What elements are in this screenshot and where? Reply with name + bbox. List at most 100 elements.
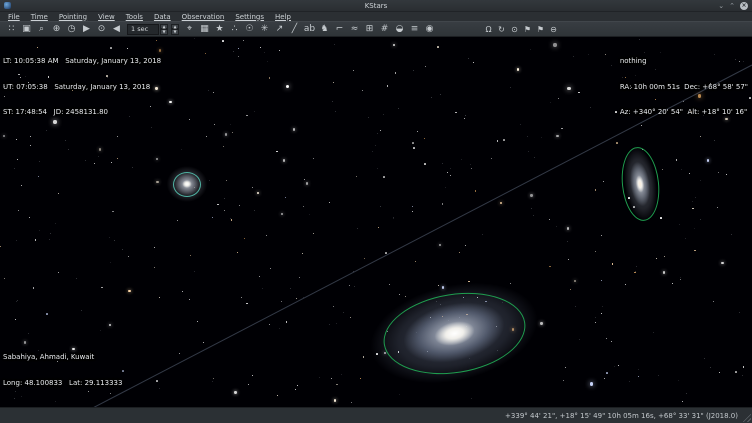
show-stars-icon[interactable]: ★	[212, 22, 227, 36]
maximize-icon[interactable]: ⌃	[729, 2, 735, 10]
focus-infobox[interactable]: nothing RA: 10h 00m 51s Dec: +68° 58' 57…	[620, 40, 748, 134]
universal-time-text: UT: 07:05:38 Saturday, January 13, 2018	[3, 83, 161, 92]
menu-item-view[interactable]: View	[93, 13, 120, 21]
show-satellites-icon[interactable]: ↗	[272, 22, 287, 36]
menu-item-file[interactable]: File	[3, 13, 25, 21]
show-equatorial-grid-icon[interactable]: ⊞	[362, 22, 377, 36]
star	[159, 388, 160, 389]
lock-telescope-icon[interactable]: Ω	[482, 22, 495, 36]
remove-object-icon[interactable]: ⊖	[547, 22, 560, 36]
star	[442, 203, 444, 205]
star	[46, 313, 48, 315]
show-dso-icon[interactable]: ∴	[227, 22, 242, 36]
show-constellation-boundaries-icon[interactable]: ⌐	[332, 22, 347, 36]
star	[717, 207, 718, 208]
star	[482, 234, 483, 235]
star	[595, 189, 597, 191]
sky-view[interactable]: LT: 10:05:38 AM Saturday, January 13, 20…	[0, 37, 752, 407]
star	[664, 256, 665, 257]
star	[233, 51, 234, 52]
star	[362, 90, 363, 91]
realtime-icon[interactable]: ⊙	[94, 22, 109, 36]
star	[303, 297, 304, 298]
star	[534, 157, 535, 158]
close-icon[interactable]: ×	[740, 2, 748, 10]
star	[638, 376, 639, 377]
chart-window-icon[interactable]: ▣	[19, 22, 34, 36]
set-location-icon[interactable]: ⊕	[49, 22, 64, 36]
star	[503, 139, 505, 141]
time-infobox[interactable]: LT: 10:05:38 AM Saturday, January 13, 20…	[3, 40, 161, 134]
menu-item-time[interactable]: Time	[26, 13, 53, 21]
title-bar[interactable]: KStars ⌄ ⌃ ×	[0, 0, 752, 12]
flag-icon-2[interactable]: ⚑	[534, 22, 547, 36]
location-infobox[interactable]: Sabahiya, Ahmadi, Kuwait Long: 48.100833…	[3, 336, 122, 404]
star	[570, 289, 571, 290]
menu-item-help[interactable]: Help	[270, 13, 296, 21]
step-back-icon[interactable]: ◀	[109, 22, 124, 36]
track-target-icon[interactable]: ⊙	[508, 22, 521, 36]
set-time-icon[interactable]: ◷	[64, 22, 79, 36]
star	[579, 339, 580, 340]
time-unit-down-icon[interactable]: ▼	[171, 29, 179, 35]
show-constellation-names-icon[interactable]: ab	[302, 22, 317, 36]
star	[234, 391, 236, 393]
star	[590, 382, 593, 385]
slew-icon[interactable]: ↻	[495, 22, 508, 36]
show-flags-icon[interactable]: ≡	[407, 22, 422, 36]
star	[395, 72, 397, 74]
star	[16, 139, 17, 140]
star	[299, 277, 300, 278]
kstars-logo-icon[interactable]: ∷	[4, 22, 19, 36]
star	[156, 380, 158, 382]
show-milky-way-icon[interactable]: ≈	[347, 22, 362, 36]
show-constellation-lines-icon[interactable]: ╱	[287, 22, 302, 36]
show-solar-system-icon[interactable]: ☉	[242, 22, 257, 36]
fov-symbol-icon[interactable]: ▦	[197, 22, 212, 36]
menu-item-observation[interactable]: Observation	[177, 13, 230, 21]
star	[368, 117, 369, 118]
time-step-widget: 1 sec ▲ ▼ ▲ ▼	[127, 24, 179, 35]
star	[389, 284, 390, 285]
show-horizontal-grid-icon[interactable]: #	[377, 22, 392, 36]
star	[618, 365, 619, 366]
star	[281, 213, 283, 215]
menu-item-data[interactable]: Data	[149, 13, 176, 21]
menu-item-pointing[interactable]: Pointing	[54, 13, 92, 21]
resize-grip-icon[interactable]	[742, 413, 751, 422]
star	[283, 159, 285, 161]
star	[735, 371, 737, 373]
show-horizon-icon[interactable]: ◒	[392, 22, 407, 36]
star	[713, 301, 714, 302]
star	[128, 290, 130, 292]
star	[203, 342, 204, 343]
pointing-icon[interactable]: ⌖	[182, 22, 197, 36]
star	[553, 43, 556, 46]
time-step-down-icon[interactable]: ▼	[160, 29, 168, 35]
star	[595, 317, 596, 318]
show-constellation-art-icon[interactable]: ♞	[317, 22, 332, 36]
show-supernovae-icon[interactable]: ✳	[257, 22, 272, 36]
star	[606, 372, 608, 374]
star	[334, 44, 335, 45]
main-toolbar: ∷▣⌕⊕◷▶⊙◀ 1 sec ▲ ▼ ▲ ▼ ⌖▦★∴☉✳↗╱ab♞⌐≈⊞#◒≡…	[0, 21, 752, 37]
toggle-clock-icon[interactable]: ▶	[79, 22, 94, 36]
star	[718, 172, 719, 173]
kstars-window: KStars ⌄ ⌃ × FileTimePointingViewToolsDa…	[0, 0, 752, 423]
star	[290, 288, 291, 289]
menu-item-tools[interactable]: Tools	[121, 13, 148, 21]
star	[110, 262, 111, 263]
galaxy-small-round-outline[interactable]	[173, 172, 201, 197]
star	[385, 252, 387, 254]
menu-item-settings[interactable]: Settings	[230, 13, 269, 21]
flag-icon[interactable]: ⚑	[521, 22, 534, 36]
minimize-icon[interactable]: ⌄	[718, 2, 724, 10]
focus-radec-text: RA: 10h 00m 51s Dec: +68° 58' 57"	[620, 83, 748, 92]
star	[182, 291, 183, 292]
find-object-icon[interactable]: ⌕	[34, 22, 49, 36]
star	[731, 234, 732, 235]
star	[349, 285, 350, 286]
whats-interesting-icon[interactable]: ◉	[422, 22, 437, 36]
star	[99, 148, 101, 150]
time-step-input[interactable]: 1 sec	[127, 24, 159, 35]
